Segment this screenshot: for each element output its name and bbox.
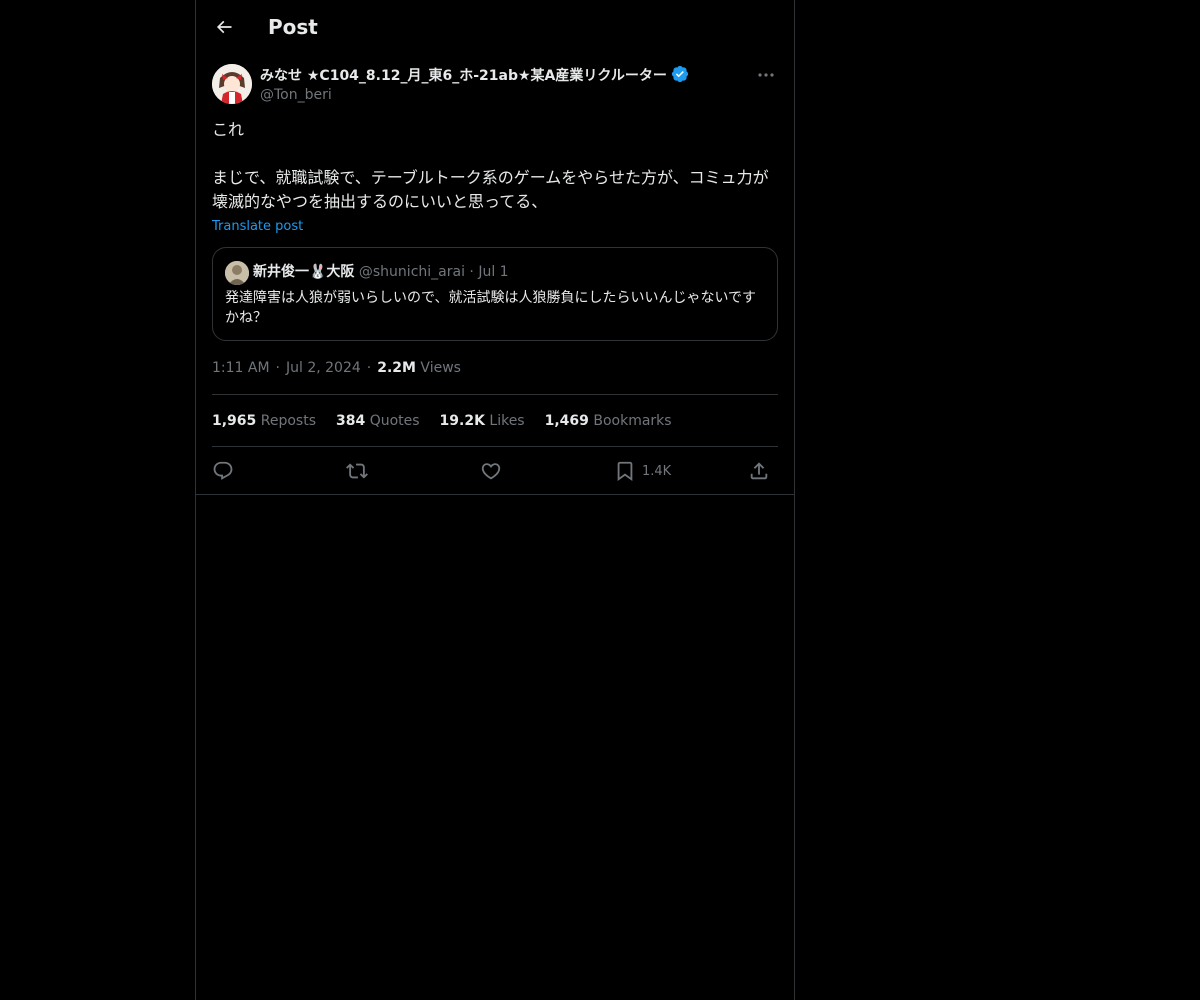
meta-separator: ·: [366, 360, 372, 376]
likes-stat[interactable]: 19.2K Likes: [440, 411, 525, 431]
more-options-button[interactable]: [754, 64, 778, 86]
divider: [212, 394, 778, 395]
quoted-separator: ·: [469, 264, 474, 280]
stat-label: Quotes: [369, 413, 420, 429]
bookmark-icon: [617, 461, 633, 482]
reply-icon: [213, 461, 233, 480]
stat-label: Likes: [489, 413, 525, 429]
like-button[interactable]: [480, 458, 502, 484]
action-bar: 1.4K: [212, 458, 778, 484]
quoted-author-name: 新井俊一🐰大阪: [253, 264, 355, 280]
bookmark-button[interactable]: 1.4K: [614, 458, 671, 484]
author-handle[interactable]: @Ton_beri: [260, 85, 332, 105]
quoted-author-avatar: [225, 261, 249, 285]
back-button[interactable]: [210, 13, 238, 41]
post-author: みなせ ★C104_8.12_月_東6_ホ-21ab★某A産業リクルーター @T…: [212, 64, 778, 108]
share-icon: [750, 462, 768, 480]
quoted-post[interactable]: 新井俊一🐰大阪 @shunichi_arai · Jul 1 発達障害は人狼が弱…: [212, 247, 778, 341]
views-label: Views: [420, 360, 461, 376]
post-date[interactable]: Jul 2, 2024: [286, 360, 361, 376]
quotes-stat[interactable]: 384 Quotes: [336, 411, 420, 431]
avatar-illustration: [212, 64, 252, 104]
post-text-line: まじで、就職試験で、テーブルトーク系のゲームをやらせた方が、コミュ力が壊滅的なや…: [212, 168, 769, 211]
repost-icon: [346, 463, 368, 479]
quoted-author-line: 新井俊一🐰大阪 @shunichi_arai · Jul 1: [253, 262, 509, 282]
bookmark-count: 1.4K: [642, 463, 672, 479]
reply-button[interactable]: [212, 458, 234, 484]
stat-count: 19.2K: [439, 413, 485, 429]
more-options-icon: [758, 73, 774, 77]
post-bottom-divider: [196, 494, 794, 495]
post-text: これ まじで、就職試験で、テーブルトーク系のゲームをやらせた方が、コミュ力が壊滅…: [212, 118, 778, 214]
back-arrow-icon: [216, 20, 232, 34]
translate-post-link[interactable]: Translate post: [212, 218, 303, 236]
like-icon: [481, 463, 501, 480]
verified-badge-icon: [671, 65, 689, 89]
bookmarks-stat[interactable]: 1,469 Bookmarks: [545, 411, 672, 431]
author-avatar[interactable]: [212, 64, 252, 104]
reposts-stat[interactable]: 1,965 Reposts: [212, 411, 316, 431]
stat-count: 1,469: [544, 413, 589, 429]
stat-count: 384: [336, 413, 366, 429]
post-time[interactable]: 1:11 AM: [212, 360, 270, 376]
page-title: Post: [268, 15, 318, 39]
quoted-post-text: 発達障害は人狼が弱いらしいので、就活試験は人狼勝負にしたらいいんじゃないですかね…: [225, 290, 757, 326]
share-button[interactable]: [748, 458, 770, 484]
stat-label: Bookmarks: [593, 413, 672, 429]
post-metadata: 1:11 AM · Jul 2, 2024 · 2.2M Views: [212, 358, 461, 378]
post-text-line: これ: [212, 120, 245, 139]
page-header: Post: [196, 0, 794, 54]
repost-button[interactable]: [346, 458, 368, 484]
post-column: Post みなせ ★C104_8.12_月_東6_ホ-21ab★某A産業リクルー…: [195, 0, 795, 1000]
post-text-spacer: [212, 142, 778, 166]
quoted-author-handle: @shunichi_arai: [358, 264, 465, 280]
author-name-text: みなせ ★C104_8.12_月_東6_ホ-21ab★某A産業リクルーター: [260, 68, 667, 84]
quoted-date: Jul 1: [478, 264, 509, 280]
meta-separator: ·: [275, 360, 280, 376]
stat-label: Reposts: [260, 413, 316, 429]
divider: [212, 446, 778, 447]
engagement-stats: 1,965 Reposts 384 Quotes 19.2K Likes 1,469 …: [212, 411, 692, 431]
views-count: 2.2M: [377, 360, 416, 376]
stat-count: 1,965: [212, 413, 257, 429]
